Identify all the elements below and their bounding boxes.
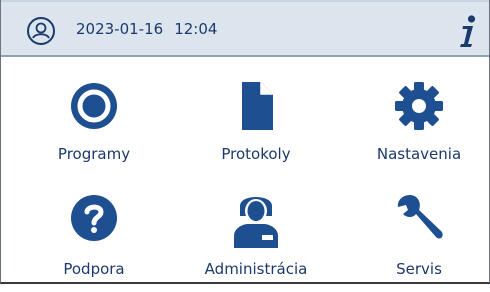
support-tile[interactable]: Podpora: [34, 192, 154, 292]
date-time-display: 2023-01-16 12:04: [76, 20, 217, 38]
status-bar: 2023-01-16 12:04: [1, 0, 489, 57]
info-icon: [460, 15, 476, 47]
user-button[interactable]: [26, 16, 56, 46]
user-circle-icon: [27, 17, 55, 45]
main-screen: 2023-01-16 12:04 Programy Protokoly Nast…: [0, 0, 490, 284]
administrator-icon: [234, 197, 278, 248]
time-text: 12:04: [174, 20, 218, 38]
programs-icon: [71, 83, 117, 129]
service-tile[interactable]: Servis: [359, 192, 479, 292]
administration-tile[interactable]: Administrácia: [196, 192, 316, 292]
protocols-tile[interactable]: Protokoly: [196, 80, 316, 180]
help-icon: [71, 195, 117, 241]
wrench-icon: [397, 195, 443, 239]
document-icon: [242, 82, 273, 130]
gear-icon: [395, 82, 443, 130]
info-button[interactable]: [453, 13, 481, 49]
protocols-label: Protokoly: [221, 145, 291, 163]
support-label: Podpora: [63, 260, 125, 278]
programs-label: Programy: [57, 145, 131, 163]
administration-label: Administrácia: [204, 260, 308, 278]
date-text: 2023-01-16: [76, 20, 164, 38]
programs-tile[interactable]: Programy: [34, 80, 154, 180]
settings-label: Nastavenia: [376, 145, 462, 163]
service-label: Servis: [396, 260, 442, 278]
settings-tile[interactable]: Nastavenia: [359, 80, 479, 180]
